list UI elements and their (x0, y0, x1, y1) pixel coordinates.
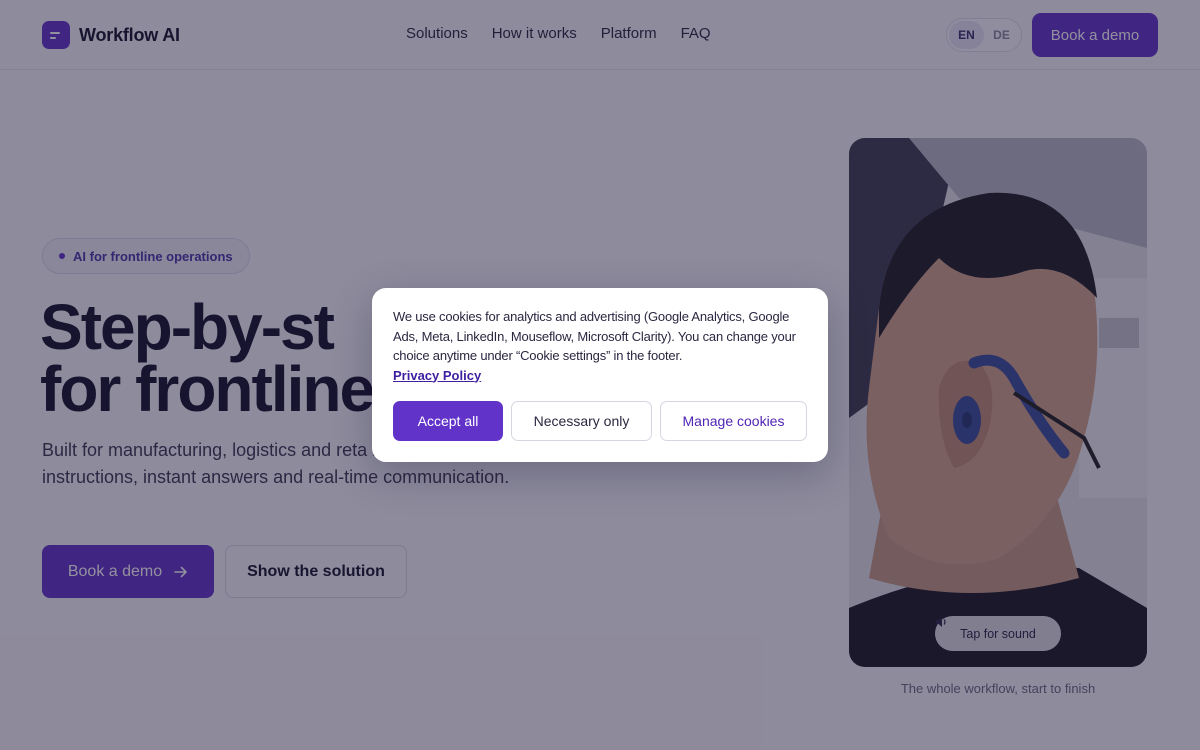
manage-cookies-button[interactable]: Manage cookies (660, 401, 807, 441)
privacy-policy-link[interactable]: Privacy Policy (393, 366, 481, 386)
accept-all-button[interactable]: Accept all (393, 401, 503, 441)
cookie-consent-text: We use cookies for analytics and adverti… (393, 309, 796, 363)
necessary-only-button[interactable]: Necessary only (511, 401, 652, 441)
cookie-button-group: Accept all Necessary only Manage cookies (393, 401, 807, 441)
cookie-consent-dialog: We use cookies for analytics and adverti… (372, 288, 828, 462)
